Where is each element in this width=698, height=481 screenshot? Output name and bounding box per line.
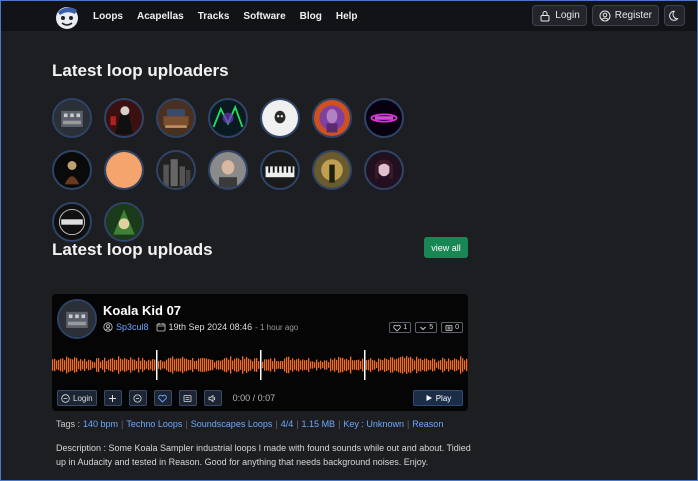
uploader-avatar[interactable]: [57, 299, 97, 339]
tags-label: Tags :: [56, 419, 81, 429]
neon-avatar[interactable]: [208, 98, 248, 138]
skull-avatar[interactable]: [260, 98, 300, 138]
nav-blog[interactable]: Blog: [300, 11, 322, 22]
tag-time-signature[interactable]: 4/4: [278, 419, 297, 429]
girl-portrait-avatar[interactable]: [364, 150, 404, 190]
tag-software[interactable]: Reason: [409, 419, 446, 429]
comment-icon: [183, 394, 192, 402]
tag-category[interactable]: Soundscapes Loops: [188, 419, 276, 429]
circle-icon: [133, 394, 142, 402]
theme-toggle-button[interactable]: [664, 5, 685, 26]
play-icon: [426, 395, 432, 401]
dark-figure-avatar[interactable]: [52, 150, 92, 190]
loop-user-link[interactable]: Sp3cul8: [116, 322, 149, 332]
city-avatar[interactable]: [156, 150, 196, 190]
navbar: Loops Acapellas Tracks Software Blog Hel…: [1, 1, 697, 31]
tag-file-size[interactable]: 1.15 MB: [299, 419, 339, 429]
login-label: Login: [555, 10, 580, 21]
comment-icon: [445, 324, 453, 331]
uploaders-heading: Latest loop uploaders: [52, 61, 229, 80]
comments-count: 0: [441, 322, 463, 333]
heart-icon: [393, 324, 401, 332]
tag-key[interactable]: Key : Unknown: [340, 419, 407, 429]
tag-genre[interactable]: Techno Loops: [123, 419, 185, 429]
likes-count: 1: [389, 322, 412, 333]
login-button[interactable]: Login: [532, 5, 587, 26]
lock-icon: [540, 10, 550, 21]
loop-ago: - 1 hour ago: [255, 322, 299, 332]
synth-avatar[interactable]: [52, 98, 92, 138]
player-controls: Login 0:00 / 0:07: [57, 390, 275, 406]
pink-logo-avatar[interactable]: [364, 98, 404, 138]
heart-icon: [158, 394, 167, 403]
register-button[interactable]: Register: [591, 5, 659, 26]
nav-help[interactable]: Help: [336, 11, 358, 22]
orange-avatar[interactable]: [104, 150, 144, 190]
comment-button[interactable]: [178, 390, 197, 406]
user-circle-icon: [599, 10, 611, 21]
playback-time: 0:00 / 0:07: [232, 393, 276, 403]
player-login-button[interactable]: Login: [57, 390, 97, 406]
volume-icon: [208, 394, 216, 402]
loop-meta: Sp3cul8 19th Sep 2024 08:46 - 1 hour ago: [103, 322, 298, 332]
nav-acapellas[interactable]: Acapellas: [137, 11, 184, 22]
favourite-button[interactable]: [153, 390, 172, 406]
uploaders-grid: [52, 98, 452, 242]
waveform[interactable]: [52, 350, 468, 380]
purple-portrait-avatar[interactable]: [312, 98, 352, 138]
plus-icon: [109, 394, 117, 402]
red-figure-avatar[interactable]: [104, 98, 144, 138]
loop-tags: Tags : 140 bpm | Techno Loops | Soundscape…: [56, 419, 446, 429]
keyboard-avatar[interactable]: [260, 150, 300, 190]
user-circle-icon: [103, 322, 113, 332]
volume-button[interactable]: [203, 390, 222, 406]
loop-counts: 1 5 0: [389, 322, 463, 333]
loop-date: 19th Sep 2024 08:46: [168, 322, 253, 332]
view-all-button[interactable]: view all: [424, 237, 468, 258]
calendar-icon: [156, 323, 165, 332]
mask-avatar[interactable]: [104, 202, 144, 242]
nav-software[interactable]: Software: [243, 11, 285, 22]
register-label: Register: [614, 10, 652, 21]
loop-description: Description : Some Koala Sampler industr…: [56, 443, 471, 467]
chevron-down-icon: [420, 326, 427, 330]
radius-logo-avatar[interactable]: [52, 202, 92, 242]
site-logo-icon[interactable]: [53, 3, 81, 31]
play-button[interactable]: Play: [413, 390, 463, 406]
add-button[interactable]: [103, 390, 122, 406]
loop-title[interactable]: Koala Kid 07: [103, 303, 181, 318]
forest-figure-avatar[interactable]: [312, 150, 352, 190]
downloads-count: 5: [415, 322, 438, 333]
studio-avatar[interactable]: [156, 98, 196, 138]
moon-icon: [668, 10, 679, 21]
loop-mode-button[interactable]: [128, 390, 147, 406]
tag-bpm[interactable]: 140 bpm: [80, 419, 121, 429]
nav-tracks[interactable]: Tracks: [198, 11, 230, 22]
minus-circle-icon: [61, 393, 70, 403]
nav-loops[interactable]: Loops: [93, 11, 123, 22]
loop-player-card: Koala Kid 07 Sp3cul8 19th Sep 2024 08:46…: [52, 294, 468, 411]
man-portrait-avatar[interactable]: [208, 150, 248, 190]
uploads-heading: Latest loop uploads: [52, 240, 213, 259]
